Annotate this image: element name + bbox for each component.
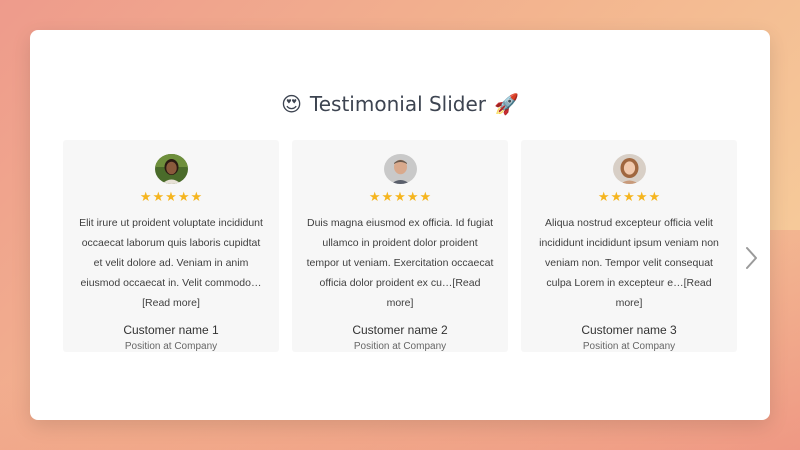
testimonial-quote: Aliqua nostrud excepteur officia velit i…: [534, 213, 724, 313]
star-icon: ★: [139, 190, 152, 205]
avatar: [612, 154, 646, 184]
star-icon: ★: [648, 190, 661, 205]
star-icon: ★: [419, 190, 432, 205]
star-icon: ★: [635, 190, 648, 205]
testimonial-quote: Elit irure ut proident voluptate incidid…: [76, 213, 266, 313]
customer-position: Position at Company: [353, 341, 447, 352]
avatar: [154, 154, 188, 184]
star-icon: ★: [406, 190, 419, 205]
customer-name: Customer name 1: [123, 323, 219, 337]
star-icon: ★: [177, 190, 190, 205]
testimonial-list: ★ ★ ★ ★ ★ Elit irure ut proident voluptate i…: [63, 140, 737, 352]
star-icon: ★: [190, 190, 203, 205]
rocket-emoji-icon: 🚀: [494, 92, 519, 116]
testimonial-quote: Duis magna eiusmod ex officia. Id fugiat…: [305, 213, 495, 313]
rating-stars: ★ ★ ★ ★ ★: [369, 191, 431, 205]
title-text: Testimonial Slider: [309, 92, 487, 116]
star-icon: ★: [368, 190, 381, 205]
star-icon: ★: [610, 190, 623, 205]
star-icon: ★: [165, 190, 177, 205]
testimonial-card: ★ ★ ★ ★ ★ Aliqua nostrud excepteur officia v…: [521, 140, 737, 352]
testimonial-card: ★ ★ ★ ★ ★ Elit irure ut proident voluptate i…: [63, 140, 279, 352]
star-icon: ★: [597, 190, 610, 205]
read-more-link[interactable]: [Read more]: [142, 297, 200, 309]
star-icon: ★: [152, 190, 165, 205]
star-icon: ★: [394, 190, 406, 205]
rating-stars: ★ ★ ★ ★ ★: [598, 191, 660, 205]
heart-eyes-emoji-icon: 😍: [281, 92, 302, 116]
avatar-photo-icon: [383, 154, 417, 184]
avatar-photo-icon: [612, 154, 646, 184]
avatar-photo-icon: [154, 154, 188, 184]
page-title: 😍 Testimonial Slider 🚀: [30, 92, 770, 116]
customer-name: Customer name 3: [581, 323, 677, 337]
star-icon: ★: [381, 190, 394, 205]
testimonial-card: ★ ★ ★ ★ ★ Duis magna eiusmod ex officia. Id …: [292, 140, 508, 352]
customer-position: Position at Company: [582, 341, 676, 352]
star-icon: ★: [623, 190, 635, 205]
testimonial-panel: 😍 Testimonial Slider 🚀 ★ ★ ★ ★ ★ Elit irure …: [30, 30, 770, 420]
customer-name: Customer name 2: [352, 323, 448, 337]
customer-position: Position at Company: [124, 341, 218, 352]
next-slide-button[interactable]: [742, 242, 762, 274]
rating-stars: ★ ★ ★ ★ ★: [140, 191, 202, 205]
avatar: [383, 154, 417, 184]
quote-text: Elit irure ut proident voluptate incidid…: [79, 217, 263, 289]
chevron-right-icon: [746, 247, 757, 269]
